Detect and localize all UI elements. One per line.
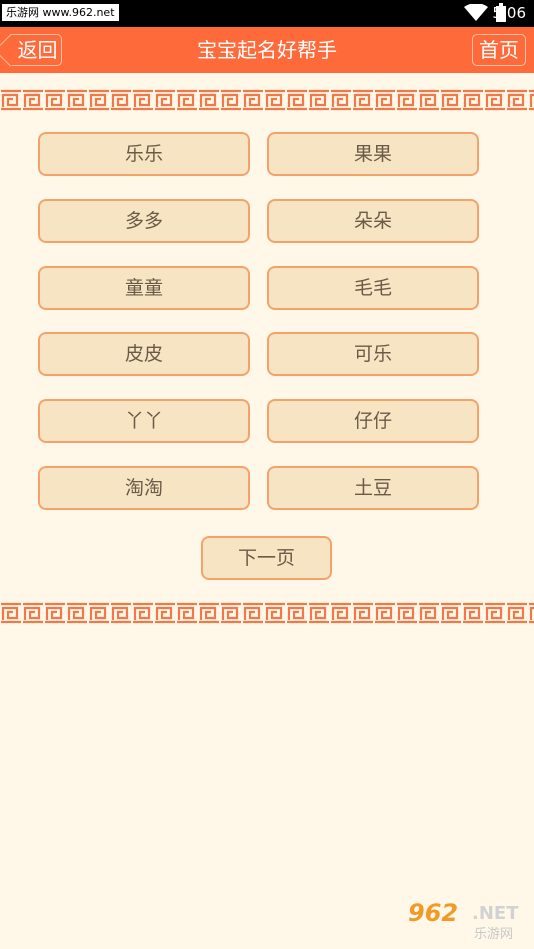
back-button-label: 返回 bbox=[17, 38, 58, 62]
back-button[interactable]: 返回 bbox=[10, 34, 62, 66]
wifi-icon bbox=[464, 4, 488, 21]
name-button-12[interactable]: 土豆 bbox=[267, 466, 479, 510]
logo-sub: 乐游网 bbox=[474, 927, 514, 942]
status-bar: 乐游网 www.962.net 5:06 bbox=[0, 0, 534, 27]
name-button-1[interactable]: 乐乐 bbox=[38, 132, 250, 176]
name-button-10[interactable]: 仔仔 bbox=[267, 399, 479, 443]
title-bar: 返回 宝宝起名好帮手 首页 bbox=[0, 27, 534, 73]
next-page-button[interactable]: 下一页 bbox=[201, 536, 332, 580]
name-button-6[interactable]: 毛毛 bbox=[267, 266, 479, 310]
site-watermark-logo: 962 .NET 乐游网 bbox=[396, 897, 530, 943]
name-button-11[interactable]: 淘淘 bbox=[38, 466, 250, 510]
name-button-8[interactable]: 可乐 bbox=[267, 332, 479, 376]
name-button-2[interactable]: 果果 bbox=[267, 132, 479, 176]
greek-key-border-bottom bbox=[0, 602, 534, 624]
logo-suffix: .NET bbox=[472, 903, 519, 924]
logo-brand: 962 bbox=[408, 899, 459, 927]
name-button-4[interactable]: 朵朵 bbox=[267, 199, 479, 243]
status-watermark: 乐游网 www.962.net bbox=[2, 4, 119, 21]
greek-key-border-top bbox=[0, 89, 534, 111]
name-button-3[interactable]: 多多 bbox=[38, 199, 250, 243]
name-button-7[interactable]: 皮皮 bbox=[38, 332, 250, 376]
home-button[interactable]: 首页 bbox=[472, 34, 526, 66]
name-button-5[interactable]: 童童 bbox=[38, 266, 250, 310]
status-time: 5:06 bbox=[492, 4, 526, 22]
name-button-9[interactable]: 丫丫 bbox=[38, 399, 250, 443]
page-title: 宝宝起名好帮手 bbox=[197, 38, 337, 62]
